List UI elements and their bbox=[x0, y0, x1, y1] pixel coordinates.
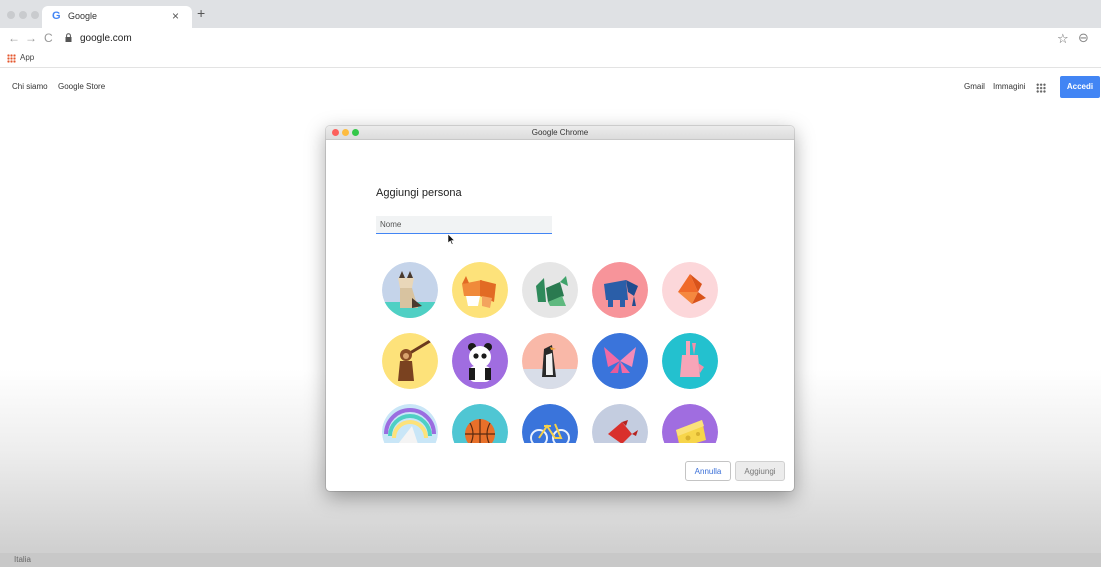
google-apps-icon[interactable] bbox=[1036, 83, 1046, 93]
mouse-cursor-icon bbox=[448, 234, 456, 245]
apps-grid-icon[interactable] bbox=[7, 54, 16, 63]
cancel-button[interactable]: Annulla bbox=[685, 461, 731, 481]
gmail-link[interactable]: Gmail bbox=[964, 82, 985, 91]
screen: G Google × + ← → C google.com ☆ ⊖ App Ch… bbox=[0, 0, 1101, 567]
avatar-option[interactable] bbox=[522, 262, 578, 318]
penguin-avatar-icon bbox=[522, 333, 578, 389]
footer-country: Italia bbox=[14, 555, 31, 564]
store-link[interactable]: Google Store bbox=[58, 82, 105, 91]
avatar-option[interactable] bbox=[662, 262, 718, 318]
basketball-avatar-icon bbox=[452, 404, 508, 443]
avatar-option[interactable] bbox=[662, 404, 718, 443]
cheese-avatar-icon bbox=[662, 404, 718, 443]
avatar-option[interactable] bbox=[452, 333, 508, 389]
unicorn-avatar-icon bbox=[382, 404, 438, 443]
new-tab-button[interactable]: + bbox=[197, 5, 205, 21]
tab-title: Google bbox=[68, 11, 98, 21]
avatar-option[interactable] bbox=[452, 262, 508, 318]
window-minimize-dot[interactable] bbox=[19, 11, 27, 19]
dragon-avatar-icon bbox=[522, 262, 578, 318]
add-person-dialog: Google Chrome Aggiungi persona Nome Annu… bbox=[326, 126, 794, 491]
back-arrow-icon[interactable]: ← bbox=[8, 31, 20, 45]
avatar-grid bbox=[326, 260, 794, 443]
profile-icon[interactable]: ⊖ bbox=[1078, 30, 1089, 46]
monkey-avatar-icon bbox=[382, 333, 438, 389]
address-bar[interactable]: google.com bbox=[60, 30, 1045, 48]
google-favicon-icon: G bbox=[52, 10, 61, 22]
footer: Italia bbox=[0, 553, 1101, 567]
panda-avatar-icon bbox=[452, 333, 508, 389]
fox-origami-avatar-icon bbox=[662, 262, 718, 318]
avatar-option[interactable] bbox=[522, 333, 578, 389]
dialog-titlebar: Google Chrome bbox=[326, 126, 794, 140]
avatar-option[interactable] bbox=[662, 333, 718, 389]
tab-strip: G Google × + bbox=[0, 0, 1101, 28]
avatar-option[interactable] bbox=[382, 333, 438, 389]
avatar-option[interactable] bbox=[592, 333, 648, 389]
window-close-dot[interactable] bbox=[7, 11, 15, 19]
bookmarks-bar: App bbox=[0, 50, 1101, 68]
avatar-option[interactable] bbox=[592, 262, 648, 318]
window-zoom-dot[interactable] bbox=[31, 11, 39, 19]
rabbit-avatar-icon bbox=[662, 333, 718, 389]
elephant-avatar-icon bbox=[592, 262, 648, 318]
dialog-heading: Aggiungi persona bbox=[376, 187, 462, 199]
reload-icon[interactable]: C bbox=[44, 31, 53, 45]
lock-icon bbox=[65, 33, 72, 42]
avatar-option[interactable] bbox=[522, 404, 578, 443]
about-link[interactable]: Chi siamo bbox=[12, 82, 48, 91]
close-tab-icon[interactable]: × bbox=[172, 9, 179, 23]
browser-toolbar: ← → C google.com ☆ ⊖ bbox=[0, 28, 1101, 50]
bookmark-star-icon[interactable]: ☆ bbox=[1057, 31, 1069, 47]
tab-google[interactable]: G Google × bbox=[42, 6, 192, 28]
avatar-option[interactable] bbox=[382, 262, 438, 318]
cat-avatar-icon bbox=[382, 262, 438, 318]
bird-avatar-icon bbox=[592, 404, 648, 443]
avatar-option[interactable] bbox=[592, 404, 648, 443]
avatar-option[interactable] bbox=[452, 404, 508, 443]
images-link[interactable]: Immagini bbox=[993, 82, 1025, 91]
apps-bookmark[interactable]: App bbox=[20, 53, 34, 62]
name-input[interactable] bbox=[376, 216, 552, 234]
sign-in-button[interactable]: Accedi bbox=[1060, 76, 1100, 98]
add-button[interactable]: Aggiungi bbox=[735, 461, 785, 481]
forward-arrow-icon[interactable]: → bbox=[25, 31, 37, 45]
bicycle-avatar-icon bbox=[522, 404, 578, 443]
butterfly-avatar-icon bbox=[592, 333, 648, 389]
fox-avatar-icon bbox=[452, 262, 508, 318]
url-text: google.com bbox=[80, 33, 132, 44]
dialog-window-title: Google Chrome bbox=[531, 128, 589, 137]
avatar-option[interactable] bbox=[382, 404, 438, 443]
